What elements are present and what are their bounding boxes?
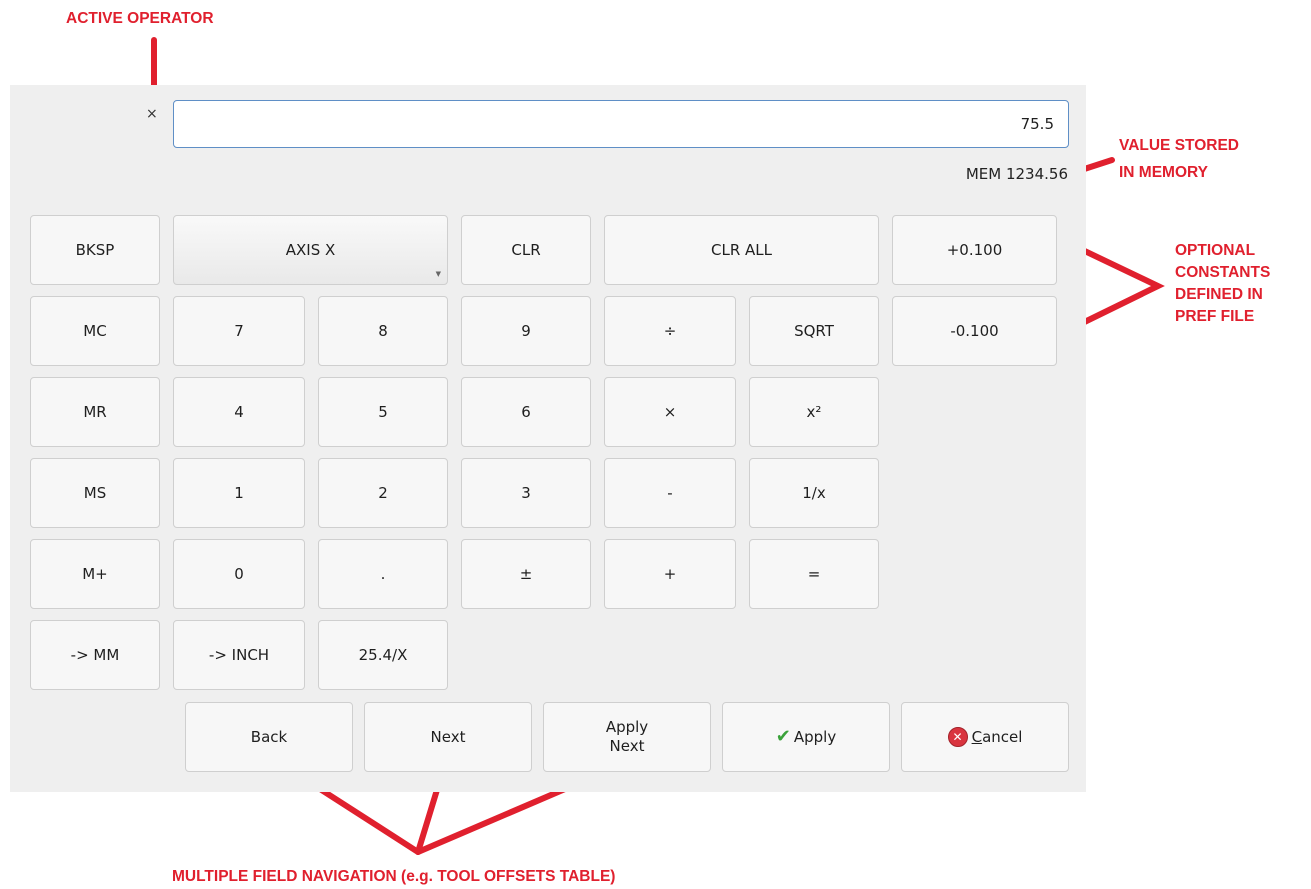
to-inch-button[interactable]: -> INCH	[173, 620, 305, 690]
clear-all-button[interactable]: CLR ALL	[604, 215, 879, 285]
axis-select-value: AXIS X	[285, 240, 336, 259]
value-display[interactable]: 75.5	[173, 100, 1069, 148]
plus-minus-button[interactable]: ±	[461, 539, 591, 609]
digit-6-button[interactable]: 6	[461, 377, 591, 447]
apply-next-button[interactable]: Apply Next	[543, 702, 711, 772]
multiply-button[interactable]: ×	[604, 377, 736, 447]
divide-button[interactable]: ÷	[604, 296, 736, 366]
memory-clear-button[interactable]: MC	[30, 296, 160, 366]
apply-button[interactable]: ✔ Apply	[722, 702, 890, 772]
reciprocal-button[interactable]: 1/x	[749, 458, 879, 528]
to-mm-button[interactable]: -> MM	[30, 620, 160, 690]
cancel-label: ancel	[982, 727, 1023, 746]
backspace-button[interactable]: BKSP	[30, 215, 160, 285]
apply-next-label-line2: Next	[609, 737, 645, 755]
digit-1-button[interactable]: 1	[173, 458, 305, 528]
digit-9-button[interactable]: 9	[461, 296, 591, 366]
minus-button[interactable]: -	[604, 458, 736, 528]
back-button[interactable]: Back	[185, 702, 353, 772]
clear-button[interactable]: CLR	[461, 215, 591, 285]
digit-2-button[interactable]: 2	[318, 458, 448, 528]
plus-button[interactable]: +	[604, 539, 736, 609]
cancel-icon: ✕	[947, 727, 968, 747]
active-operator-indicator: ×	[146, 106, 158, 122]
axis-select[interactable]: AXIS X ▼	[173, 215, 448, 285]
memory-recall-button[interactable]: MR	[30, 377, 160, 447]
constant-minus-button[interactable]: -0.100	[892, 296, 1057, 366]
equals-button[interactable]: =	[749, 539, 879, 609]
cancel-button[interactable]: ✕ Cancel	[901, 702, 1069, 772]
memory-add-button[interactable]: M+	[30, 539, 160, 609]
digit-3-button[interactable]: 3	[461, 458, 591, 528]
memory-store-button[interactable]: MS	[30, 458, 160, 528]
apply-next-label-line1: Apply	[605, 718, 649, 737]
apply-label: Apply	[793, 727, 837, 746]
inch-factor-button[interactable]: 25.4/X	[318, 620, 448, 690]
checkmark-icon: ✔	[775, 725, 791, 747]
decimal-point-button[interactable]: .	[318, 539, 448, 609]
chevron-down-icon: ▼	[435, 270, 441, 279]
next-button[interactable]: Next	[364, 702, 532, 772]
digit-7-button[interactable]: 7	[173, 296, 305, 366]
digit-5-button[interactable]: 5	[318, 377, 448, 447]
memory-value-label: MEM 1234.56	[965, 165, 1068, 183]
digit-4-button[interactable]: 4	[173, 377, 305, 447]
square-button[interactable]: x²	[749, 377, 879, 447]
cancel-mnemonic: C	[971, 727, 983, 746]
constant-plus-button[interactable]: +0.100	[892, 215, 1057, 285]
sqrt-button[interactable]: SQRT	[749, 296, 879, 366]
digit-0-button[interactable]: 0	[173, 539, 305, 609]
digit-8-button[interactable]: 8	[318, 296, 448, 366]
